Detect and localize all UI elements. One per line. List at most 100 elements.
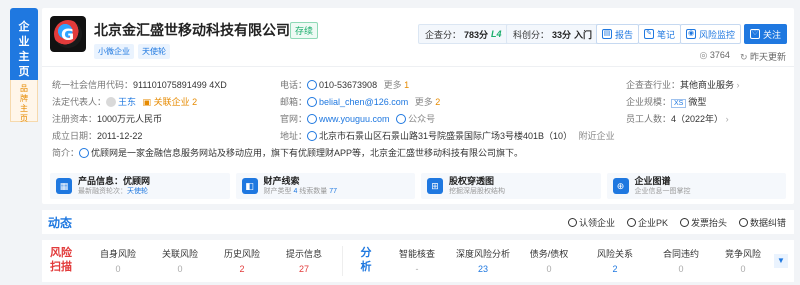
dynamics-title[interactable]: 动态 <box>48 214 72 231</box>
risk-item-name: 提示信息 <box>285 249 322 259</box>
notes-button[interactable]: ✎ 笔记 <box>638 24 682 44</box>
invoice-title-button[interactable]: 发票抬头 <box>679 216 727 229</box>
header-divider <box>42 66 794 67</box>
phone-label: 电话： <box>280 80 308 90</box>
claim-company-button[interactable]: 认领企业 <box>567 216 615 229</box>
nearby-companies-link[interactable]: 附近企业 <box>579 131 615 141</box>
rail-tab-enterprise-home[interactable]: 企 业 主 页 <box>10 8 38 80</box>
location-icon <box>307 131 318 141</box>
quick-card-sub-value: 77 <box>329 187 338 195</box>
legal-rep-link[interactable]: 王东 <box>118 97 136 107</box>
scale-label: 企业规模： <box>626 97 672 107</box>
update-status[interactable]: ↻ 昨天更新 <box>740 50 786 63</box>
data-correction-button[interactable]: 数据纠错 <box>738 216 786 229</box>
analysis-item-name: 竞争风险 <box>724 249 761 259</box>
chevron-down-icon[interactable]: ▼ <box>774 254 788 268</box>
claim-company-label: 认领企业 <box>578 218 615 228</box>
monitor-label: 风险监控 <box>699 29 736 40</box>
risk-item-related[interactable]: 关联风险 0 <box>152 247 208 274</box>
quick-card-title: 产品信息：优顾网 <box>78 175 151 186</box>
phone-icon <box>307 80 318 90</box>
rail-tab-brand-home[interactable]: 品 牌 主 页 <box>10 80 38 123</box>
legal-rep-row: 法定代表人： 王东 ▣ 关联企业 2 <box>52 95 197 108</box>
email-more-link[interactable]: 更多 2 <box>415 97 441 107</box>
company-logo: G <box>50 16 86 52</box>
credit-code-label: 统一社会信用代码： <box>52 80 134 90</box>
industry-value[interactable]: 其他商业服务 <box>680 80 734 90</box>
analysis-item-value: 0 <box>546 264 552 274</box>
email-link[interactable]: belial_chen@126.com <box>319 97 408 107</box>
company-pk-button[interactable]: 企业PK <box>626 216 668 229</box>
tech-score-label: 科创分： <box>513 29 550 40</box>
legal-rep-label: 法定代表人： <box>52 97 107 107</box>
wechat-label: 公众号 <box>408 114 436 124</box>
graph-icon: ⊕ <box>612 178 629 194</box>
company-header-card: G 北京金汇盛世移动科技有限公司 存续 小微企业 天使轮 企查分： 783分 L… <box>42 8 794 204</box>
quick-card-product[interactable]: ▦ 产品信息：优顾网 最新融资轮次：天使轮 <box>50 173 230 199</box>
rail-sub-char: 页 <box>20 114 28 123</box>
company-name: 北京金汇盛世移动科技有限公司 <box>94 22 290 38</box>
analysis-label: 分 析 <box>354 246 378 274</box>
chevron-right-icon: › <box>736 80 740 90</box>
avatar <box>106 97 117 107</box>
qcc-score[interactable]: 企查分： 783分 L4 <box>418 24 509 44</box>
analysis-item-risk-relations[interactable]: 风险关系 2 <box>586 247 644 274</box>
dynamics-bar: 动态 认领企业 企业PK 发票抬头 数据纠错 <box>42 210 794 234</box>
intro-row: 简介： 优顾网是一家金融信息服务网站及移动应用，旗下有优顾理财APP等，北京金汇盛… <box>52 146 523 159</box>
globe-icon <box>307 114 318 124</box>
analysis-item-value: 0 <box>678 264 684 274</box>
analysis-item-deep-risk[interactable]: 深度风险分析 23 <box>454 247 512 274</box>
related-companies-link[interactable]: ▣ 关联企业 2 <box>143 97 198 107</box>
analysis-item-debt[interactable]: 债务/债权 0 <box>520 247 578 274</box>
phone-value[interactable]: 010-53673908 <box>319 80 377 90</box>
notes-label: 笔记 <box>657 29 676 40</box>
analysis-item-smart-check[interactable]: 智能核查 - <box>388 247 446 274</box>
email-row: 邮箱： belial_chen@126.com 更多 2 <box>280 95 440 108</box>
wechat-link[interactable]: 公众号 <box>396 114 435 124</box>
dynamics-tools: 认领企业 企业PK 发票抬头 数据纠错 <box>567 216 786 229</box>
quick-card-sub-label: 财产类型 <box>263 187 294 195</box>
quick-card-assets[interactable]: ◧ 财产线索 财产类型 4 线索数量 77 <box>235 173 415 199</box>
data-correction-label: 数据纠错 <box>749 218 786 228</box>
quick-card-title: 财产线索 <box>263 175 300 186</box>
tech-score[interactable]: 科创分： 33分 入门 <box>506 24 600 44</box>
tag-small-micro[interactable]: 小微企业 <box>94 44 134 59</box>
analysis-item-value: 0 <box>740 264 746 274</box>
address-label: 地址： <box>280 131 308 141</box>
rail-main-char: 页 <box>18 66 30 78</box>
risk-item-value: 2 <box>239 264 245 274</box>
product-icon: ▦ <box>56 178 72 194</box>
view-count-value: 3764 <box>709 50 730 60</box>
chevron-right-icon: › <box>725 114 729 124</box>
risk-scan-label: 风险 扫描 <box>46 246 76 274</box>
tag-funding-round[interactable]: 天使轮 <box>138 44 170 59</box>
analysis-item-value: - <box>415 264 419 274</box>
quick-card-sub: 最新融资轮次：天使轮 <box>78 187 150 197</box>
risk-item-history[interactable]: 历史风险 2 <box>214 247 270 274</box>
website-link[interactable]: www.youguu.com <box>319 114 390 124</box>
heart-icon: ♡ <box>750 29 760 39</box>
risk-item-self[interactable]: 自身风险 0 <box>90 247 146 274</box>
risk-monitor-button[interactable]: ◉ 风险监控 <box>680 24 742 44</box>
quick-card-sub: 挖掘深层股权结构 <box>449 187 505 195</box>
address-value[interactable]: 北京市石景山区石景山路31号院盛景国际广场3号楼401B（10） <box>319 131 572 141</box>
credit-code-row: 统一社会信用代码：911101075891499 4XD <box>52 78 227 91</box>
report-button[interactable]: ▤ 报告 <box>596 24 640 44</box>
analysis-item-competition[interactable]: 竞争风险 0 <box>714 247 772 274</box>
credit-code-value[interactable]: 911101075891499 4XD <box>133 80 227 90</box>
phone-more-link[interactable]: 更多 1 <box>384 80 410 90</box>
invoice-icon <box>679 218 689 227</box>
website-row: 官网： www.youguu.com 公众号 <box>280 112 435 125</box>
scale-row: 企业规模： XS 微型 <box>626 95 706 108</box>
scale-value: 微型 <box>688 97 707 107</box>
view-count: ◎ 3764 <box>700 50 730 63</box>
risk-item-notice[interactable]: 提示信息 27 <box>276 247 332 274</box>
follow-button[interactable]: ♡ 关注 <box>744 24 788 44</box>
quick-card-graph[interactable]: ⊕ 企业图谱 企业信息一图掌控 <box>606 173 786 199</box>
notes-icon: ✎ <box>644 29 654 39</box>
analysis-item-contract-breach[interactable]: 合同违约 0 <box>652 247 710 274</box>
risk-item-value: 0 <box>177 264 183 274</box>
report-label: 报告 <box>615 29 634 40</box>
left-rail: 企 业 主 页 品 牌 主 页 <box>10 8 38 123</box>
quick-card-equity-chart[interactable]: ⊞ 股权穿透图 挖掘深层股权结构 <box>421 173 601 199</box>
